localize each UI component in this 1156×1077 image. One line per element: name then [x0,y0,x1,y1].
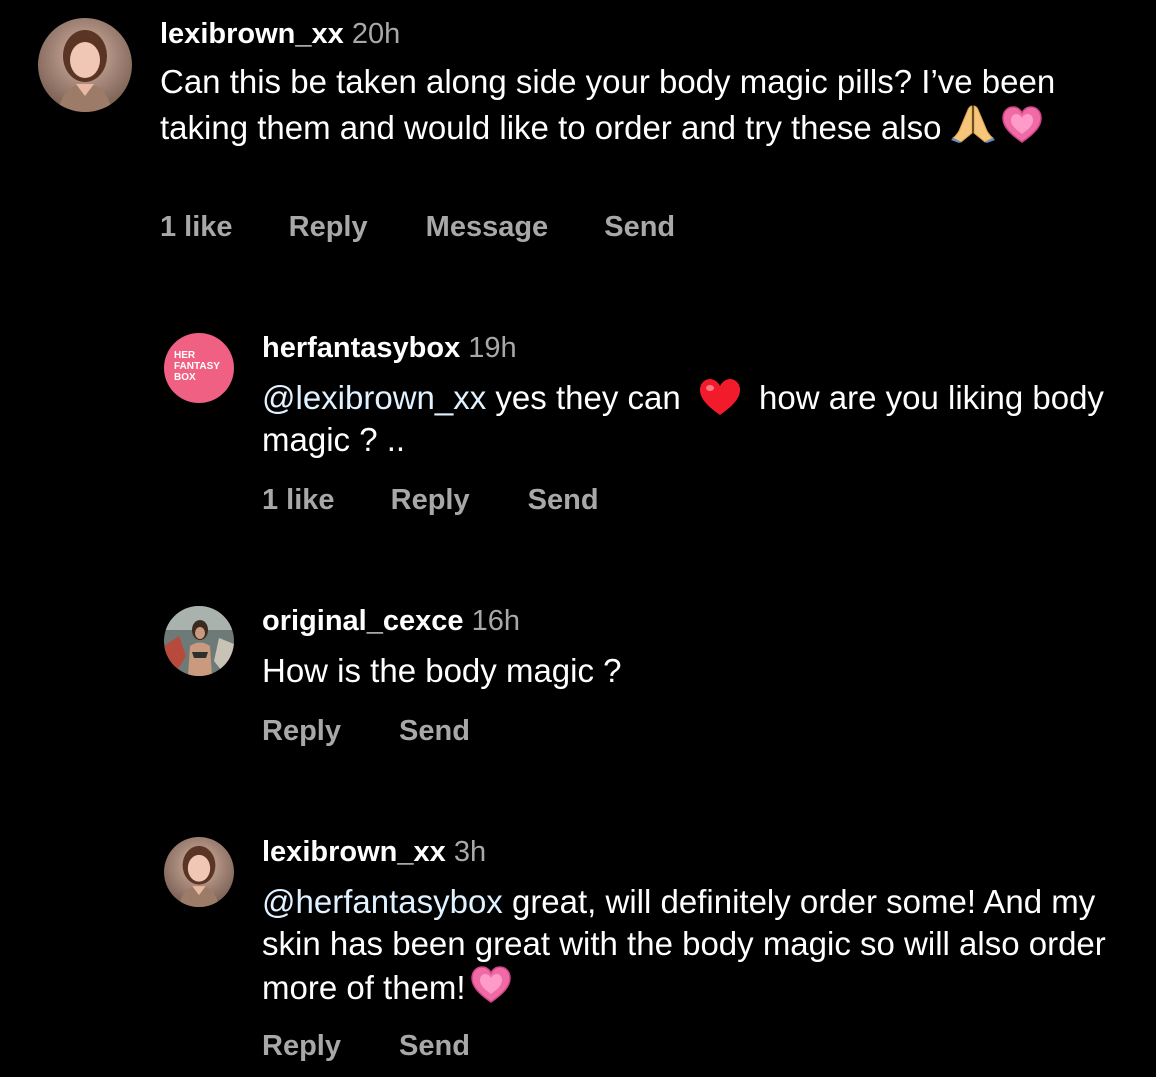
reply-button[interactable]: Reply [289,213,368,242]
avatar-lexibrown[interactable] [164,837,234,907]
avatar-photo-icon [164,606,234,676]
avatar-herfantasybox[interactable]: HER FANTASY BOX [164,333,234,403]
comment-text: @herfantasybox great, will definitely or… [262,881,1122,1009]
comment-text: Can this be taken along side your body m… [160,61,1120,149]
comment-text: How is the body magic ? [262,650,1132,692]
timestamp: 16h [471,605,520,637]
mention-link[interactable]: @lexibrown_xx [262,379,486,416]
timestamp: 20h [351,18,401,50]
comment-header: lexibrown_xx 3h [262,838,486,867]
folded-hands-icon [951,105,996,143]
comment-body: yes they can [495,379,681,416]
comment-body: How is the body magic ? [262,652,622,689]
growing-heart-icon [1002,106,1043,143]
message-button[interactable]: Message [426,213,549,242]
send-button[interactable]: Send [528,486,599,515]
timestamp: 3h [453,836,487,868]
username[interactable]: herfantasybox [262,332,460,364]
comment-text: @lexibrown_xx yes they can how are you l… [262,377,1132,461]
reply-button[interactable]: Reply [262,717,341,746]
logo-line: FANTASY [174,361,220,372]
red-heart-icon [699,379,740,415]
comment-body: Can this be taken along side your body m… [160,63,1056,146]
avatar-photo-icon [164,837,234,907]
avatar-photo-icon [38,18,132,112]
comment-actions: Reply Send [262,1032,470,1061]
comment-actions: 1 like Reply Send [262,486,599,515]
avatar-lexibrown[interactable] [38,18,132,112]
send-button[interactable]: Send [399,1032,470,1061]
send-button[interactable]: Send [399,717,470,746]
logo-line: BOX [174,372,196,383]
logo-line: HER [174,350,196,361]
send-button[interactable]: Send [604,213,675,242]
username[interactable]: original_cexce [262,605,464,637]
comment-actions: Reply Send [262,717,470,746]
comment-header: original_cexce 16h [262,607,520,636]
brand-logo-text: HER FANTASY BOX [174,350,220,383]
comment-header: lexibrown_xx 20h [160,20,400,49]
timestamp: 19h [468,332,517,364]
likes-count[interactable]: 1 like [262,486,335,515]
growing-heart-icon [470,966,511,1003]
likes-count[interactable]: 1 like [160,213,233,242]
reply-button[interactable]: Reply [391,486,470,515]
avatar-original-cexce[interactable] [164,606,234,676]
mention-link[interactable]: @herfantasybox [262,883,503,920]
comment-body: great, will definitely order some! [511,883,976,920]
comment-actions: 1 like Reply Message Send [160,213,675,242]
reply-button[interactable]: Reply [262,1032,341,1061]
comment-header: herfantasybox 19h [262,334,517,363]
username[interactable]: lexibrown_xx [160,18,344,50]
username[interactable]: lexibrown_xx [262,836,446,868]
